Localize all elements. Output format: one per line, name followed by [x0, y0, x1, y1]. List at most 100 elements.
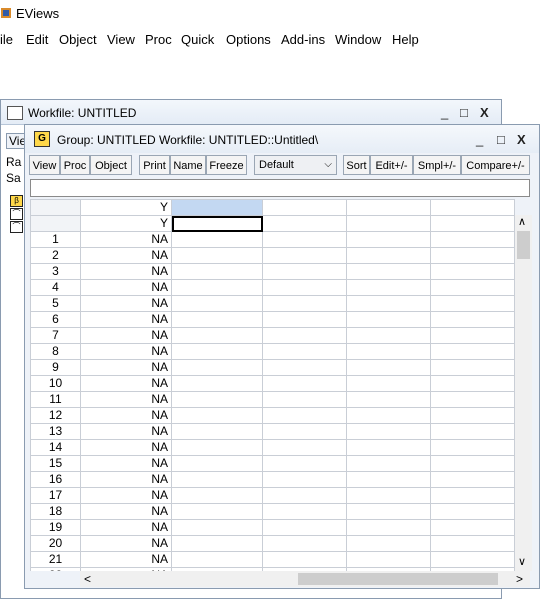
grid-cell[interactable]: [171, 327, 263, 344]
grid-cell[interactable]: [171, 311, 263, 328]
grid-cell[interactable]: [262, 487, 347, 504]
group-maximize-button[interactable]: □: [497, 132, 505, 147]
column-header-empty[interactable]: [430, 199, 515, 216]
grid-cell[interactable]: [430, 231, 515, 248]
row-number[interactable]: 12: [30, 407, 81, 424]
series-value-cell[interactable]: NA: [80, 439, 172, 456]
row-number[interactable]: 16: [30, 471, 81, 488]
series-value-cell[interactable]: NA: [80, 311, 172, 328]
grid-cell[interactable]: [346, 471, 431, 488]
series-value-cell[interactable]: NA: [80, 407, 172, 424]
name-button[interactable]: Name: [170, 155, 206, 175]
grid-cell[interactable]: [346, 311, 431, 328]
menu-proc[interactable]: Proc: [145, 32, 172, 47]
workfile-minimize-button[interactable]: _: [441, 105, 448, 120]
grid-cell[interactable]: [171, 503, 263, 520]
grid-cell[interactable]: [171, 439, 263, 456]
horizontal-scroll-thumb[interactable]: [298, 573, 498, 585]
grid-cell[interactable]: [262, 295, 347, 312]
series-value-cell[interactable]: NA: [80, 327, 172, 344]
grid-cell[interactable]: [430, 215, 515, 232]
row-number[interactable]: 10: [30, 375, 81, 392]
scroll-up-icon[interactable]: ∧: [518, 215, 526, 228]
series-value-cell[interactable]: NA: [80, 503, 172, 520]
menu-addins[interactable]: Add-ins: [281, 32, 325, 47]
edit-toggle-button[interactable]: Edit+/-: [370, 155, 413, 175]
row-number[interactable]: 13: [30, 423, 81, 440]
grid-cell[interactable]: [430, 407, 515, 424]
series-value-cell[interactable]: NA: [80, 359, 172, 376]
grid-cell[interactable]: [171, 375, 263, 392]
row-number[interactable]: 22: [30, 567, 81, 571]
scroll-right-icon[interactable]: >: [516, 572, 523, 586]
row-number[interactable]: 1: [30, 231, 81, 248]
series-value-cell[interactable]: NA: [80, 279, 172, 296]
row-number[interactable]: 7: [30, 327, 81, 344]
series-value-cell[interactable]: NA: [80, 535, 172, 552]
grid-cell[interactable]: [346, 487, 431, 504]
grid-cell[interactable]: [262, 247, 347, 264]
row-number[interactable]: 11: [30, 391, 81, 408]
grid-cell[interactable]: [430, 455, 515, 472]
grid-cell[interactable]: [346, 343, 431, 360]
grid-cell[interactable]: [430, 503, 515, 520]
series-name-cell[interactable]: Y: [80, 215, 172, 232]
grid-cell[interactable]: [430, 279, 515, 296]
grid-cell[interactable]: [430, 359, 515, 376]
spreadsheet-grid[interactable]: Y Y 1 NA 2 NA 3 NA 4 NA 5 NA 6 NA 7 NA 8 NA 9 NA 10 NA 11 NA 1…: [30, 199, 515, 571]
menu-object[interactable]: Object: [59, 32, 97, 47]
grid-cell[interactable]: [262, 471, 347, 488]
vertical-scroll-thumb[interactable]: [517, 231, 530, 259]
grid-cell[interactable]: [262, 215, 347, 232]
vertical-scrollbar[interactable]: ∧ ∨: [515, 215, 532, 571]
grid-cell[interactable]: [346, 535, 431, 552]
selected-cell[interactable]: [171, 215, 263, 232]
grid-cell[interactable]: [171, 487, 263, 504]
workfile-close-button[interactable]: X: [480, 105, 489, 120]
menu-view[interactable]: View: [107, 32, 135, 47]
scroll-down-icon[interactable]: ∨: [518, 555, 526, 568]
proc-button[interactable]: Proc: [60, 155, 90, 175]
grid-cell[interactable]: [346, 439, 431, 456]
grid-cell[interactable]: [171, 519, 263, 536]
grid-cell[interactable]: [262, 423, 347, 440]
grid-cell[interactable]: [346, 247, 431, 264]
grid-cell[interactable]: [430, 391, 515, 408]
series-value-cell[interactable]: NA: [80, 391, 172, 408]
grid-cell[interactable]: [262, 375, 347, 392]
grid-cell[interactable]: [430, 311, 515, 328]
column-header-empty[interactable]: [346, 199, 431, 216]
grid-cell[interactable]: [171, 359, 263, 376]
grid-cell[interactable]: [346, 375, 431, 392]
menu-help[interactable]: Help: [392, 32, 419, 47]
grid-cell[interactable]: [262, 439, 347, 456]
series-value-cell[interactable]: NA: [80, 423, 172, 440]
grid-cell[interactable]: [346, 519, 431, 536]
grid-cell[interactable]: [262, 519, 347, 536]
grid-cell[interactable]: [171, 279, 263, 296]
grid-cell[interactable]: [346, 327, 431, 344]
grid-cell[interactable]: [430, 519, 515, 536]
grid-cell[interactable]: [430, 295, 515, 312]
grid-cell[interactable]: [346, 231, 431, 248]
series-value-cell[interactable]: NA: [80, 295, 172, 312]
group-titlebar[interactable]: G Group: UNTITLED Workfile: UNTITLED::Un…: [25, 125, 539, 153]
grid-cell[interactable]: [262, 551, 347, 568]
series-value-cell[interactable]: NA: [80, 519, 172, 536]
grid-cell[interactable]: [262, 359, 347, 376]
series-value-cell[interactable]: NA: [80, 455, 172, 472]
series-value-cell[interactable]: NA: [80, 231, 172, 248]
grid-cell[interactable]: [171, 471, 263, 488]
grid-cell[interactable]: [346, 391, 431, 408]
sample-toggle-button[interactable]: Smpl+/-: [413, 155, 461, 175]
column-header-empty[interactable]: [262, 199, 347, 216]
series-icon[interactable]: ⌒: [10, 221, 23, 233]
grid-cell[interactable]: [171, 343, 263, 360]
print-button[interactable]: Print: [139, 155, 170, 175]
row-number[interactable]: 8: [30, 343, 81, 360]
grid-cell[interactable]: [430, 423, 515, 440]
series-value-cell[interactable]: NA: [80, 487, 172, 504]
series-icon[interactable]: ⌒: [10, 208, 23, 220]
grid-cell[interactable]: [262, 407, 347, 424]
menu-file[interactable]: ile: [0, 32, 13, 47]
